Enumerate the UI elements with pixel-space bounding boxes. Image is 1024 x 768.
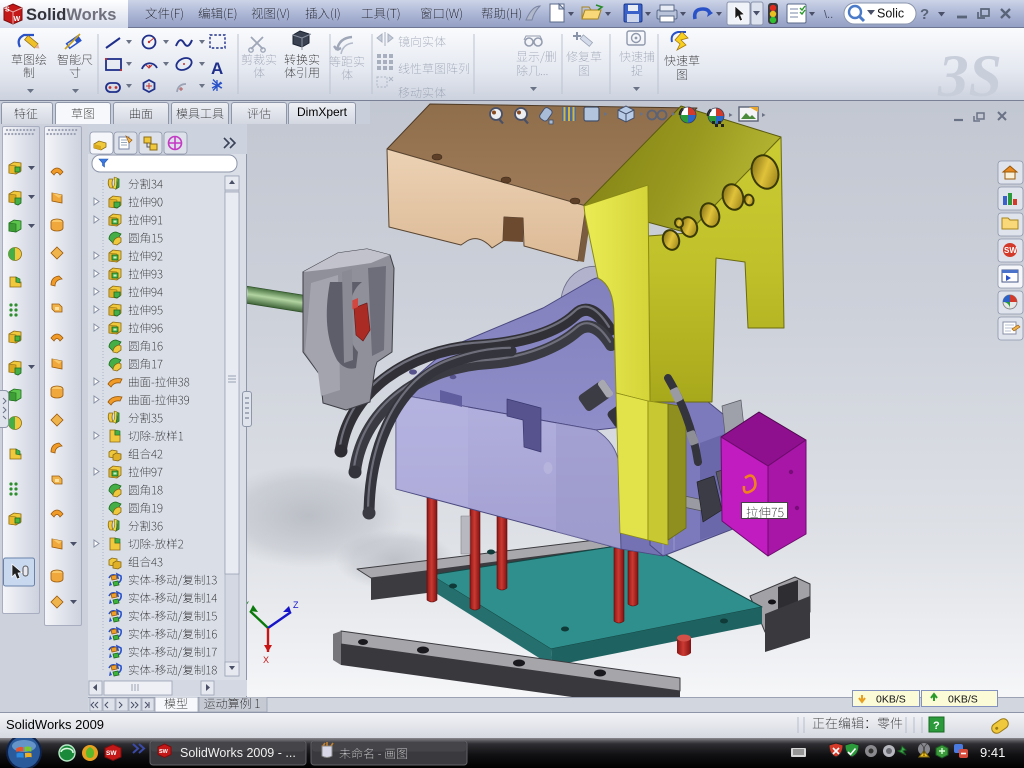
svg-text:?: ? xyxy=(933,720,940,732)
svg-text:!: ! xyxy=(923,752,925,758)
svg-text:9:41: 9:41 xyxy=(980,745,1005,760)
svg-text:0KB/S: 0KB/S xyxy=(948,694,978,706)
svg-text:SW: SW xyxy=(1004,246,1017,255)
svg-text:Z: Z xyxy=(293,600,299,610)
svg-text:W: W xyxy=(14,16,21,23)
svg-text:\..: \.. xyxy=(824,9,833,21)
svg-text:SW: SW xyxy=(159,749,169,755)
svg-text:?: ? xyxy=(920,6,929,23)
svg-text:X: X xyxy=(263,655,269,665)
svg-text:ЗS: ЗS xyxy=(937,43,1002,101)
svg-text:SolidWorks 2009 - ...: SolidWorks 2009 - ... xyxy=(180,746,296,760)
svg-text:Solic: Solic xyxy=(877,7,904,21)
svg-text:0KB/S: 0KB/S xyxy=(876,694,906,706)
svg-text:SolidWorks: SolidWorks xyxy=(26,6,116,24)
svg-text:S: S xyxy=(5,7,10,14)
svg-text:A: A xyxy=(211,59,223,78)
svg-text:SW: SW xyxy=(106,750,117,757)
